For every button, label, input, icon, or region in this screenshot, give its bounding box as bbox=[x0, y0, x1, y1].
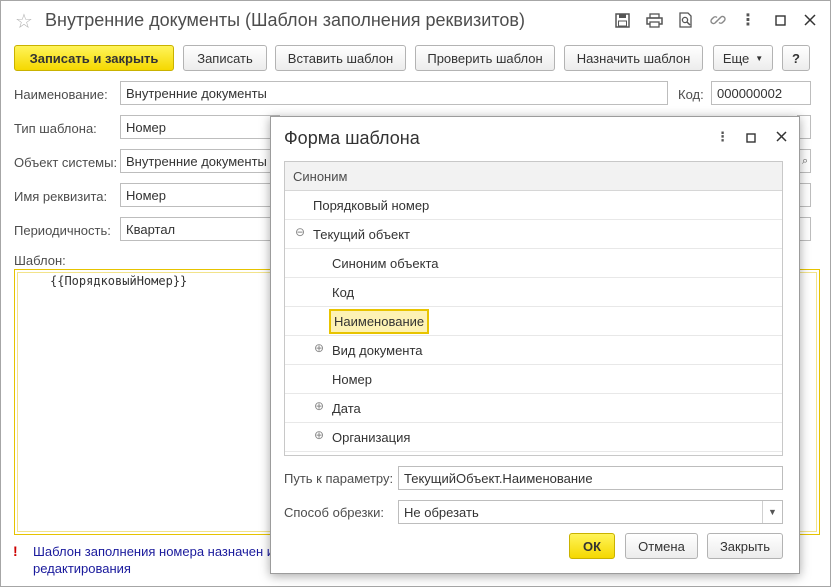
assign-template-button[interactable]: Назначить шаблон bbox=[564, 45, 703, 71]
main-window: ☆ Внутренние документы (Шаблон заполнени… bbox=[0, 0, 831, 587]
collapse-icon[interactable]: ⊖ bbox=[295, 225, 305, 239]
parameter-path-label: Путь к параметру: bbox=[284, 471, 394, 486]
trim-mode-label: Способ обрезки: bbox=[284, 505, 384, 520]
maximize-icon[interactable] bbox=[746, 131, 756, 146]
tree-row-object-synonym[interactable]: Синоним объекта bbox=[285, 249, 782, 278]
tree-row-document-kind[interactable]: ⊕ Вид документа bbox=[285, 336, 782, 365]
vertical-dots-icon[interactable]: ⋮ bbox=[716, 129, 729, 145]
maximize-icon[interactable] bbox=[771, 11, 789, 29]
more-button[interactable]: Еще ▼ bbox=[713, 45, 773, 71]
help-button[interactable]: ? bbox=[782, 45, 810, 71]
search-document-icon[interactable] bbox=[677, 11, 695, 29]
floppy-icon[interactable] bbox=[613, 11, 631, 29]
expand-icon[interactable]: ⊕ bbox=[314, 428, 324, 442]
tree-row-label: Синоним объекта bbox=[332, 256, 439, 271]
cancel-button[interactable]: Отмена bbox=[625, 533, 698, 559]
warning-icon: ! bbox=[13, 543, 18, 559]
tree-row-date[interactable]: ⊕ Дата bbox=[285, 394, 782, 423]
tree-row-sequence-number[interactable]: Порядковый номер bbox=[285, 191, 782, 220]
save-button[interactable]: Записать bbox=[183, 45, 267, 71]
tree-row-current-object[interactable]: ⊖ Текущий объект bbox=[285, 220, 782, 249]
dropdown-arrow-icon[interactable]: ▼ bbox=[762, 501, 782, 523]
system-object-field[interactable]: Внутренние документы bbox=[120, 149, 280, 173]
tree-row-code[interactable]: Код bbox=[285, 278, 782, 307]
dropdown-arrow-icon: ▼ bbox=[755, 53, 764, 63]
periodicity-field[interactable]: Квартал bbox=[120, 217, 280, 241]
tree-row-label: Текущий объект bbox=[313, 227, 410, 242]
column-header-synonym[interactable]: Синоним bbox=[285, 162, 782, 191]
more-label: Еще bbox=[722, 50, 750, 66]
tree-row-label: Вид документа bbox=[332, 343, 423, 358]
tree-row-label: Дата bbox=[332, 401, 361, 416]
tree-row-label: Организация bbox=[332, 430, 411, 445]
tree-row-label: Порядковый номер bbox=[313, 198, 430, 213]
warning-line-2[interactable]: редактирования bbox=[33, 561, 131, 576]
code-field[interactable]: 000000002 bbox=[711, 81, 811, 105]
template-form-dialog: Форма шаблона ⋮ Синоним Порядковый номер… bbox=[270, 116, 800, 574]
system-object-label: Объект системы: bbox=[14, 155, 118, 170]
trim-mode-value: Не обрезать bbox=[404, 504, 479, 520]
link-icon[interactable] bbox=[709, 11, 727, 29]
synonym-tree[interactable]: Синоним Порядковый номер ⊖ Текущий объек… bbox=[284, 161, 783, 456]
window-title: Внутренние документы (Шаблон заполнения … bbox=[45, 10, 525, 30]
close-icon[interactable] bbox=[776, 130, 787, 145]
expand-icon[interactable]: ⊕ bbox=[314, 399, 324, 413]
attribute-name-field[interactable]: Номер bbox=[120, 183, 280, 207]
save-and-close-button[interactable]: Записать и закрыть bbox=[14, 45, 174, 71]
tree-row-label: Наименование bbox=[329, 309, 430, 334]
template-label: Шаблон: bbox=[14, 253, 66, 268]
name-label: Наименование: bbox=[14, 87, 108, 102]
expand-icon[interactable]: ⊕ bbox=[314, 341, 324, 355]
ok-button[interactable]: ОК bbox=[569, 533, 615, 559]
dialog-title: Форма шаблона bbox=[284, 128, 420, 148]
insert-template-button[interactable]: Вставить шаблон bbox=[275, 45, 406, 71]
tree-row-name-selected[interactable]: Наименование bbox=[285, 307, 782, 336]
name-field[interactable]: Внутренние документы bbox=[120, 81, 668, 105]
close-button[interactable]: Закрыть bbox=[707, 533, 783, 559]
check-template-button[interactable]: Проверить шаблон bbox=[415, 45, 555, 71]
star-icon[interactable]: ☆ bbox=[15, 9, 33, 34]
template-type-field[interactable]: Номер bbox=[120, 115, 280, 139]
vertical-dots-icon[interactable]: ⋮ bbox=[739, 11, 757, 29]
template-text: {{ПорядковыйНомер}} bbox=[50, 274, 188, 288]
periodicity-label: Периодичность: bbox=[14, 223, 111, 238]
close-icon[interactable] bbox=[801, 11, 819, 29]
printer-icon[interactable] bbox=[645, 11, 663, 29]
tree-row-number[interactable]: Номер bbox=[285, 365, 782, 394]
tree-row-label: Номер bbox=[332, 372, 373, 387]
template-type-label: Тип шаблона: bbox=[14, 121, 97, 136]
trim-mode-select[interactable]: Не обрезать ▼ bbox=[398, 500, 783, 524]
warning-line-1[interactable]: Шаблон заполнения номера назначен и bbox=[33, 544, 274, 559]
parameter-path-field[interactable]: ТекущийОбъект.Наименование bbox=[398, 466, 783, 490]
tree-row-label: Код bbox=[332, 285, 355, 300]
code-label: Код: bbox=[678, 87, 704, 102]
tree-row-organization[interactable]: ⊕ Организация bbox=[285, 423, 782, 452]
attribute-name-label: Имя реквизита: bbox=[14, 189, 108, 204]
